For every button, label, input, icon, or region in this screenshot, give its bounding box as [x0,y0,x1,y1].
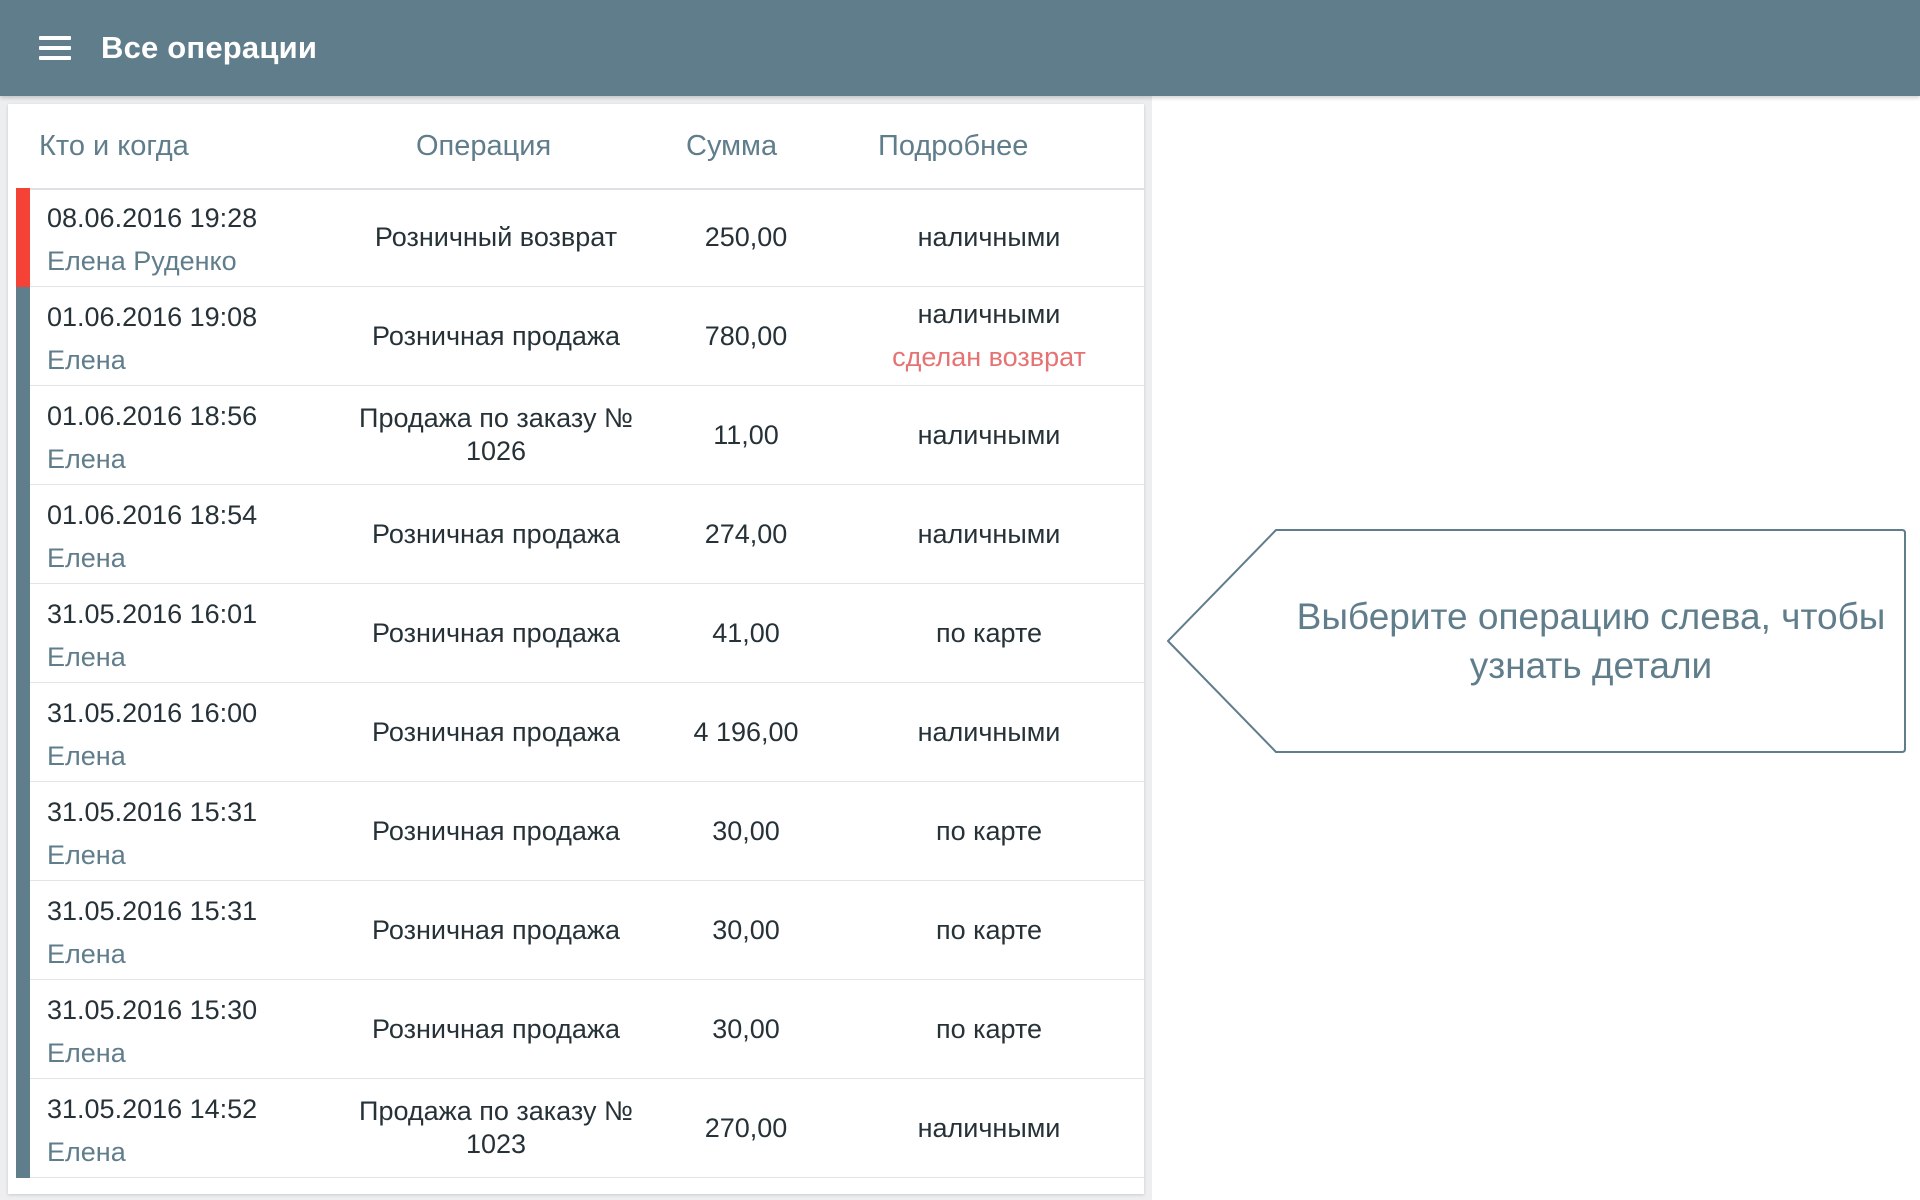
operation-detail-panel: Выберите операцию слева, чтобы узнать де… [1152,96,1920,1200]
status-stripe [16,386,30,485]
status-stripe [16,584,30,683]
column-header-who[interactable]: Кто и когда [39,130,189,163]
operation-datetime: 31.05.2016 15:31 [47,896,258,926]
table-row[interactable]: 01.06.2016 18:54 Елена Розничная продажа… [16,485,1144,584]
table-row[interactable]: 31.05.2016 15:31 Елена Розничная продажа… [16,881,1144,980]
operation-details: наличными [854,683,1124,781]
operation-datetime: 31.05.2016 15:31 [47,797,258,827]
table-row[interactable]: 08.06.2016 19:28 Елена Руденко Розничный… [16,188,1144,287]
operations-table: 08.06.2016 19:28 Елена Руденко Розничный… [16,188,1144,1178]
payment-method: по карте [935,617,1043,648]
payment-method: наличными [917,221,1061,252]
operations-list-panel: Кто и когда Операция Сумма Подробнее 08.… [8,104,1144,1194]
operation-user: Елена Руденко [47,246,237,276]
operation-details: наличными сделан возврат [854,287,1124,385]
operation-amount: 274,00 [704,518,788,549]
operation-type: Розничная продажа [372,1013,620,1044]
operation-details: наличными [854,188,1124,286]
status-stripe [16,188,30,287]
operation-user: Елена [47,543,126,573]
status-stripe [16,881,30,980]
operation-amount: 4 196,00 [693,716,799,747]
operation-amount: 11,00 [713,419,779,450]
operation-details: по карте [854,881,1124,979]
table-row[interactable]: 31.05.2016 16:00 Елена Розничная продажа… [16,683,1144,782]
operation-datetime: 31.05.2016 16:01 [47,599,258,629]
operation-user: Елена [47,840,126,870]
operation-amount: 270,00 [704,1112,788,1143]
page-title: Все операции [101,30,318,65]
refund-note: сделан возврат [892,342,1086,372]
table-row[interactable]: 01.06.2016 19:08 Елена Розничная продажа… [16,287,1144,386]
payment-method: наличными [917,299,1061,329]
table-row[interactable]: 31.05.2016 14:52 Елена Продажа по заказу… [16,1079,1144,1178]
app-bar: Все операции [0,0,1920,96]
operation-amount: 30,00 [712,815,780,846]
operation-user: Елена [47,939,126,969]
status-stripe [16,683,30,782]
operation-user: Елена [47,444,126,474]
operation-user: Елена [47,741,126,771]
operation-details: наличными [854,485,1124,583]
operation-datetime: 31.05.2016 15:30 [47,995,258,1025]
payment-method: наличными [917,419,1061,450]
column-header-operation[interactable]: Операция [416,130,551,163]
operation-details: наличными [854,386,1124,484]
operation-datetime: 01.06.2016 19:08 [47,302,258,332]
operation-type: Розничная продажа [372,518,620,549]
operation-amount: 30,00 [712,1013,780,1044]
operation-amount: 780,00 [704,320,788,351]
operation-amount: 250,00 [704,221,788,252]
operation-type: Продажа по заказу № 1026 [359,403,633,466]
payment-method: наличными [917,1112,1061,1143]
operation-user: Елена [47,642,126,672]
status-stripe [16,782,30,881]
operation-user: Елена [47,1137,126,1167]
operation-type: Розничная продажа [372,815,620,846]
operation-amount: 30,00 [712,914,780,945]
hint-text: Выберите операцию слева, чтобы узнать де… [1296,596,1886,686]
operation-details: по карте [854,782,1124,880]
table-row[interactable]: 01.06.2016 18:56 Елена Продажа по заказу… [16,386,1144,485]
status-stripe [16,485,30,584]
status-stripe [16,287,30,386]
operation-type: Розничная продажа [372,617,620,648]
operation-datetime: 31.05.2016 16:00 [47,698,258,728]
table-header: Кто и когда Операция Сумма Подробнее [16,104,1144,190]
status-stripe [16,1079,30,1178]
operation-datetime: 08.06.2016 19:28 [47,203,258,233]
operation-user: Елена [47,1038,126,1068]
hamburger-menu-icon[interactable] [39,36,71,60]
operation-type: Розничная продажа [372,716,620,747]
select-operation-hint: Выберите операцию слева, чтобы узнать де… [1166,529,1906,753]
operation-amount: 41,00 [712,617,780,648]
column-header-details[interactable]: Подробнее [878,130,1028,163]
payment-method: наличными [917,716,1061,747]
operation-details: по карте [854,584,1124,682]
operation-details: по карте [854,980,1124,1078]
operation-type: Продажа по заказу № 1023 [359,1096,633,1159]
operation-type: Розничная продажа [372,914,620,945]
payment-method: по карте [935,815,1043,846]
status-stripe [16,980,30,1079]
operation-datetime: 01.06.2016 18:54 [47,500,258,530]
payment-method: наличными [917,518,1061,549]
operation-datetime: 31.05.2016 14:52 [47,1094,258,1124]
operation-type: Розничная продажа [372,320,620,351]
operation-details: наличными [854,1079,1124,1177]
operation-user: Елена [47,345,126,375]
payment-method: по карте [935,1013,1043,1044]
operation-type: Розничный возврат [374,221,618,252]
table-row[interactable]: 31.05.2016 15:31 Елена Розничная продажа… [16,782,1144,881]
operation-datetime: 01.06.2016 18:56 [47,401,258,431]
payment-method: по карте [935,914,1043,945]
table-row[interactable]: 31.05.2016 15:30 Елена Розничная продажа… [16,980,1144,1079]
column-header-amount[interactable]: Сумма [686,130,777,163]
table-row[interactable]: 31.05.2016 16:01 Елена Розничная продажа… [16,584,1144,683]
